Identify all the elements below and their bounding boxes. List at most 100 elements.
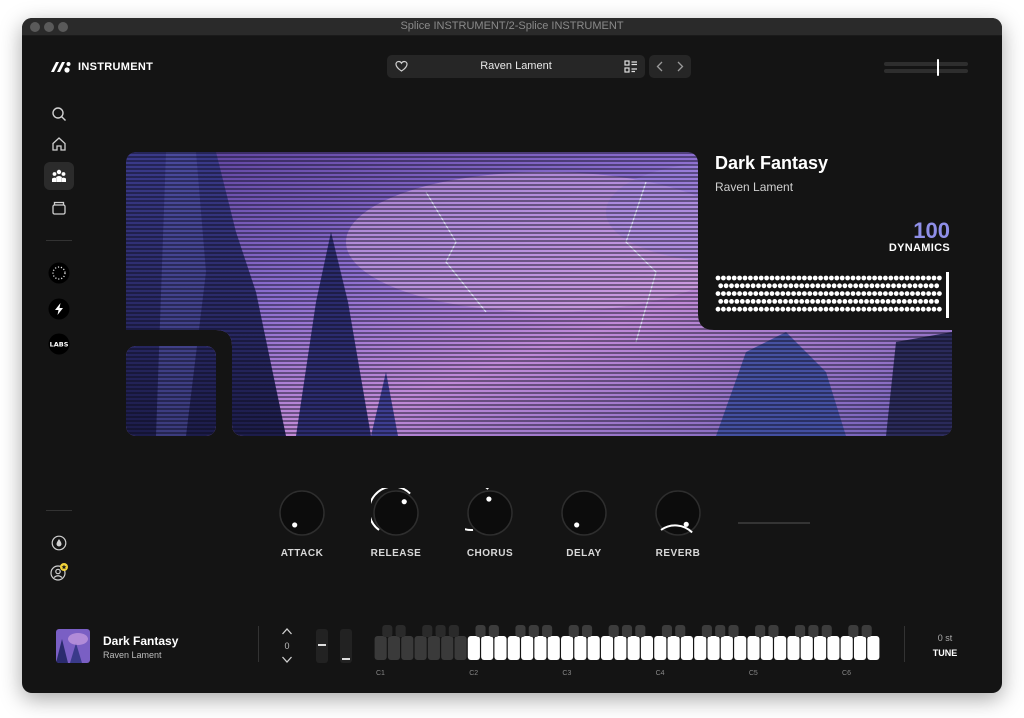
black-key[interactable]: [768, 625, 779, 637]
knob-delay[interactable]: [559, 488, 609, 538]
white-key[interactable]: [534, 636, 547, 660]
black-key[interactable]: [542, 625, 553, 637]
white-key[interactable]: [454, 636, 467, 660]
black-key[interactable]: [475, 625, 486, 637]
white-key[interactable]: [747, 636, 760, 660]
black-key[interactable]: [715, 625, 726, 637]
black-key[interactable]: [861, 625, 872, 637]
black-key[interactable]: [795, 625, 806, 637]
black-key[interactable]: [728, 625, 739, 637]
white-key[interactable]: [853, 636, 867, 660]
white-key[interactable]: [707, 636, 720, 660]
black-key[interactable]: [608, 625, 619, 637]
white-key[interactable]: [401, 636, 414, 660]
white-key[interactable]: [614, 636, 627, 660]
white-key[interactable]: [800, 636, 813, 660]
black-key[interactable]: [808, 625, 819, 637]
preset-thumbnail[interactable]: [56, 629, 90, 663]
white-key[interactable]: [387, 636, 401, 660]
white-key[interactable]: [427, 636, 440, 660]
white-key[interactable]: [760, 636, 773, 660]
black-key[interactable]: [448, 625, 459, 637]
dynamics-dot: [802, 306, 807, 312]
black-key[interactable]: [635, 625, 646, 637]
tune-label[interactable]: TUNE: [922, 648, 968, 658]
dynamics-level-marker[interactable]: [946, 272, 949, 318]
white-key[interactable]: [840, 636, 853, 660]
pitch-wheel[interactable]: [316, 629, 328, 663]
white-key[interactable]: [441, 636, 454, 660]
white-key[interactable]: [814, 636, 827, 660]
octave-down-icon[interactable]: [281, 656, 293, 664]
sidebar-item-search[interactable]: [47, 102, 71, 126]
black-key[interactable]: [568, 625, 579, 637]
black-key[interactable]: [395, 625, 406, 637]
white-key[interactable]: [720, 636, 733, 660]
white-key[interactable]: [507, 636, 520, 660]
black-key[interactable]: [528, 625, 539, 637]
black-key[interactable]: [581, 625, 593, 637]
white-key[interactable]: [667, 636, 680, 660]
dynamics-dot: [823, 275, 829, 281]
black-key[interactable]: [515, 625, 526, 637]
octave-up-icon[interactable]: [281, 627, 293, 635]
white-key[interactable]: [627, 636, 640, 660]
black-key[interactable]: [382, 625, 393, 637]
sidebar-item-account[interactable]: [47, 560, 71, 584]
white-key[interactable]: [867, 636, 880, 660]
black-key[interactable]: [488, 625, 499, 637]
white-key[interactable]: [734, 636, 747, 660]
white-key[interactable]: [654, 636, 667, 660]
black-key[interactable]: [848, 625, 859, 637]
sidebar-pack-labs[interactable]: LABS: [47, 332, 71, 356]
white-key[interactable]: [574, 636, 587, 660]
black-key[interactable]: [755, 625, 766, 637]
piano-keyboard[interactable]: [374, 625, 880, 667]
knob-label-release: RELEASE: [370, 548, 422, 559]
sidebar-item-home[interactable]: [47, 132, 71, 156]
white-key[interactable]: [561, 636, 574, 660]
white-key[interactable]: [374, 636, 387, 660]
sidebar-pack-dots[interactable]: [47, 261, 71, 285]
brand-logo[interactable]: INSTRUMENT: [50, 60, 153, 74]
black-key[interactable]: [661, 625, 673, 637]
white-key[interactable]: [640, 636, 654, 660]
sidebar-item-community[interactable]: [44, 162, 74, 190]
knob-reverb[interactable]: [653, 488, 703, 538]
white-key[interactable]: [694, 636, 707, 660]
dynamics-control[interactable]: [714, 272, 954, 318]
list-grid-icon[interactable]: [624, 60, 638, 74]
black-key[interactable]: [821, 625, 832, 637]
mod-wheel[interactable]: [340, 629, 352, 663]
sidebar-item-drop[interactable]: [47, 531, 71, 555]
white-key[interactable]: [827, 636, 840, 660]
user-star-icon: [50, 563, 68, 581]
chevron-right-icon[interactable]: [675, 61, 685, 72]
master-volume-slider[interactable]: [884, 59, 968, 76]
chevron-left-icon[interactable]: [655, 61, 665, 72]
black-key[interactable]: [621, 625, 633, 637]
preset-selector[interactable]: Raven Lament: [387, 55, 645, 78]
white-key[interactable]: [494, 636, 507, 660]
black-key[interactable]: [675, 625, 686, 637]
knob-attack[interactable]: [277, 488, 327, 538]
white-key[interactable]: [680, 636, 693, 660]
black-key[interactable]: [435, 625, 446, 637]
volume-handle[interactable]: [936, 59, 939, 76]
sidebar-item-library[interactable]: [47, 196, 71, 220]
white-key[interactable]: [600, 636, 614, 660]
knob-chorus[interactable]: [465, 488, 515, 538]
black-key[interactable]: [701, 625, 712, 637]
white-key[interactable]: [547, 636, 560, 660]
sidebar-pack-bolt[interactable]: [47, 297, 71, 321]
white-key[interactable]: [787, 636, 800, 660]
white-key[interactable]: [774, 636, 787, 660]
white-key[interactable]: [587, 636, 600, 660]
white-key[interactable]: [414, 636, 427, 660]
white-key[interactable]: [467, 636, 480, 660]
black-key[interactable]: [422, 625, 433, 637]
white-key[interactable]: [481, 636, 494, 660]
dynamics-dot: [785, 306, 791, 312]
white-key[interactable]: [521, 636, 534, 660]
knob-release[interactable]: [371, 488, 421, 538]
